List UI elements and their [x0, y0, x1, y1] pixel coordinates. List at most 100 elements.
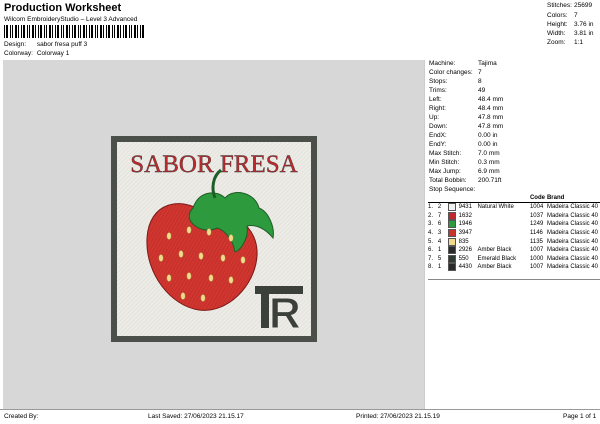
barcode-bar: [91, 25, 93, 38]
table-row: 2. 7 1632 1037 Madeira Classic 40: [428, 211, 600, 221]
needle-number: 2: [437, 204, 442, 211]
stat-value: 1:1: [574, 39, 584, 46]
thread-code: 1007: [529, 264, 544, 271]
color-swatch: [447, 246, 459, 255]
barcode-bar: [137, 25, 138, 38]
table-row: 4. 3 3947 1146 Madeira Classic 40: [428, 229, 600, 238]
stop-number: 1.: [428, 204, 434, 211]
colorway-label: Colorway:: [4, 50, 33, 57]
spec-label: Color changes:: [429, 69, 473, 76]
spec-machine: Machine: Tajima: [429, 60, 497, 67]
spec-color-changes: Color changes: 7: [429, 69, 482, 76]
barcode-bar: [49, 25, 51, 38]
barcode-bar: [6, 25, 8, 38]
barcode-bar: [114, 25, 115, 38]
barcode-bar: [123, 25, 124, 38]
stat-value: 7: [574, 12, 578, 19]
spec-value: 0.3 mm: [478, 159, 500, 166]
stop-number: 4.: [428, 230, 434, 237]
created-by: Created By:: [4, 413, 39, 420]
barcode-bar: [140, 25, 141, 38]
barcode-bar: [57, 25, 59, 38]
color-swatch-chip: [447, 237, 456, 246]
spec-endy: EndY: 0.00 in: [429, 141, 498, 148]
spec-label: Trims:: [429, 87, 447, 94]
thread-name: Amber Black: [477, 264, 512, 271]
divider: [0, 409, 600, 410]
color-swatch-chip: [447, 229, 456, 238]
barcode-bar: [103, 25, 104, 38]
barcode-bar: [108, 25, 110, 38]
stat-height: Height: 3.76 in: [547, 21, 594, 28]
page-number: Page 1 of 1: [563, 413, 597, 420]
stat-label: Stitches:: [547, 2, 572, 9]
thread-brand: Madeira Classic 40: [546, 255, 598, 262]
color-swatch-chip: [447, 263, 456, 272]
spec-value: 48.4 mm: [478, 105, 504, 112]
spec-max-jump: Max Jump: 6.9 mm: [429, 168, 500, 175]
thread-number: 550: [458, 255, 469, 262]
color-swatch: [447, 263, 459, 272]
color-swatch-chip: [447, 203, 456, 212]
thread-brand: Madeira Classic 40: [546, 204, 598, 211]
spec-value: 0.00 in: [478, 132, 498, 139]
barcode-bar: [44, 25, 45, 38]
stop-sequence-table: Code Brand 1. 2 9431 Natural White 1004 Madei…: [428, 194, 600, 272]
thread-number: 2926: [458, 247, 472, 254]
spec-label: Min Stitch:: [429, 159, 460, 166]
stop-number: 3.: [428, 221, 434, 228]
spec-value: 200.71ft: [478, 177, 502, 184]
thread-code: 1037: [529, 212, 544, 219]
spec-endx: EndX: 0.00 in: [429, 132, 498, 139]
color-swatch: [447, 220, 459, 229]
spec-value: 47.8 mm: [478, 123, 504, 130]
table-row: 5. 4 835 1135 Madeira Classic 40: [428, 237, 600, 246]
thread-number: 3947: [458, 230, 472, 237]
spec-stops: Stops: 8: [429, 78, 482, 85]
barcode-bar: [12, 25, 13, 38]
barcode-bar: [4, 25, 5, 38]
spec-value: Tajima: [478, 60, 497, 67]
page-title: Production Worksheet: [4, 2, 122, 14]
stat-label: Width:: [547, 30, 566, 37]
table-row: 6. 1 2926 Amber Black 1007 Madeira Classic 40: [428, 246, 600, 255]
barcode-bar: [125, 25, 127, 38]
spec-up: Up: 47.8 mm: [429, 114, 503, 121]
printed-date: Printed: 27/06/2023 21.15.19: [356, 413, 440, 420]
spec-label: Left:: [429, 96, 442, 103]
design-text: SABOR FRESA: [130, 151, 297, 178]
col-code-header: Code: [529, 194, 547, 203]
thread-name: [477, 229, 530, 238]
stat-label: Height:: [547, 21, 568, 28]
barcode-bar: [106, 25, 107, 38]
table-row: 8. 1 4430 Amber Black 1007 Madeira Classic 40: [428, 263, 600, 272]
thread-number: 1632: [458, 212, 472, 219]
thread-brand: Madeira Classic 40: [546, 238, 598, 245]
needle-number: 7: [437, 212, 442, 219]
spec-label: Stops:: [429, 78, 448, 85]
spec-label: Right:: [429, 105, 446, 112]
thread-code: 1146: [529, 230, 543, 237]
spec-label: Total Bobbin:: [429, 177, 467, 184]
color-swatch: [447, 254, 459, 264]
color-swatch-chip: [447, 254, 456, 263]
barcode-bar: [129, 25, 130, 38]
monogram-text: R: [269, 289, 301, 338]
barcode-bar: [35, 25, 36, 38]
thread-code: 1249: [529, 221, 544, 228]
spec-max-stitch: Max Stitch: 7.0 mm: [429, 150, 500, 157]
barcode-bar: [120, 25, 121, 38]
barcode-bar: [78, 25, 79, 38]
thread-code: 1000: [529, 255, 544, 262]
spec-value: 7.0 mm: [478, 150, 500, 157]
stat-label: Zoom:: [547, 39, 566, 46]
spec-trims: Trims: 49: [429, 87, 485, 94]
stat-stitches: Stitches: 25699: [547, 2, 592, 9]
barcode-bar: [112, 25, 113, 38]
barcode-bar: [10, 25, 11, 38]
barcode-bar: [15, 25, 17, 38]
thread-name: [477, 220, 530, 229]
spec-value: 0.00 in: [478, 141, 498, 148]
spec-right: Right: 48.4 mm: [429, 105, 503, 112]
needle-number: 6: [437, 221, 442, 228]
